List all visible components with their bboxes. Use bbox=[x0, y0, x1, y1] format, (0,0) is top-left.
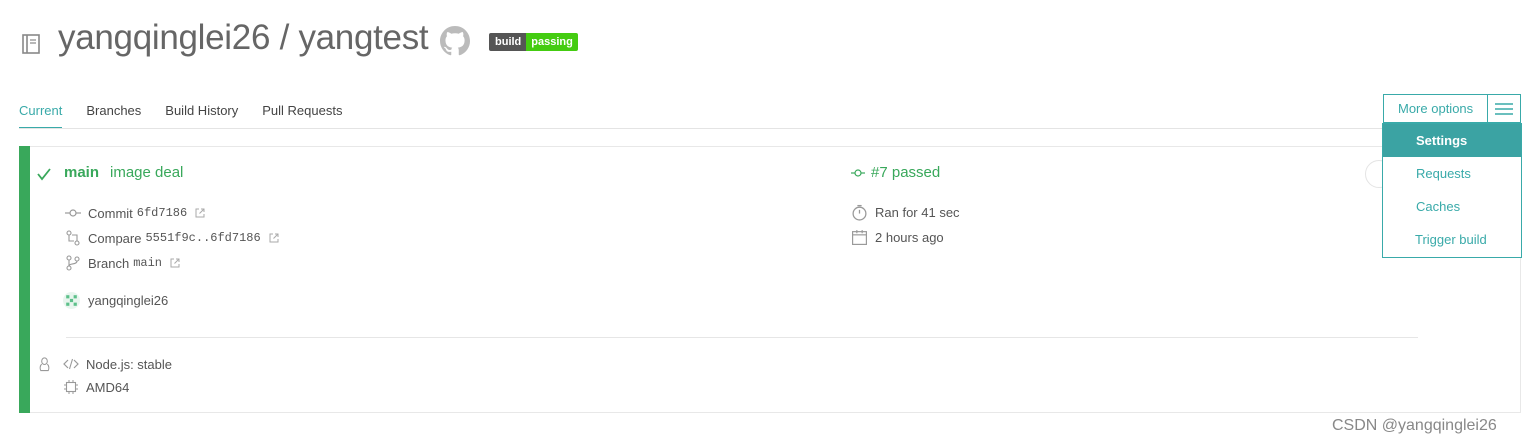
author-row: yangqinglei26 bbox=[63, 292, 168, 309]
linux-icon bbox=[39, 357, 50, 372]
job-divider bbox=[66, 337, 1418, 338]
tab-current[interactable]: Current bbox=[19, 103, 63, 129]
repo-separator: / bbox=[279, 18, 290, 57]
commit-sha[interactable]: 6fd7186 bbox=[137, 206, 187, 220]
repo-book-icon bbox=[22, 34, 40, 54]
build-number-label: #7 passed bbox=[871, 164, 941, 181]
more-options-dropdown: Settings Requests Caches Trigger build bbox=[1382, 123, 1522, 258]
build-branch-name[interactable]: main bbox=[64, 164, 99, 181]
arch-row: AMD64 bbox=[63, 379, 129, 395]
badge-label: build bbox=[489, 33, 527, 51]
repo-title: yangqinglei26 / yangtest bbox=[58, 18, 429, 58]
watermark: CSDN @yangqinglei26 bbox=[1332, 417, 1497, 434]
compare-row[interactable]: Compare 5551f9c..6fd7186 bbox=[65, 230, 279, 246]
duration-row: Ran for 41 sec bbox=[851, 204, 960, 221]
branch-icon bbox=[66, 255, 80, 271]
menu-item-requests[interactable]: Requests bbox=[1383, 157, 1521, 190]
stopwatch-icon bbox=[852, 204, 867, 221]
build-commit-message: image deal bbox=[110, 164, 184, 181]
github-icon[interactable] bbox=[440, 26, 470, 56]
finished-row: 2 hours ago bbox=[851, 229, 944, 246]
external-link-icon[interactable] bbox=[269, 233, 279, 243]
build-number-status[interactable]: #7 passed bbox=[851, 164, 940, 181]
tabs-divider bbox=[19, 128, 1522, 129]
repo-name[interactable]: yangtest bbox=[298, 18, 428, 57]
job-arch: AMD64 bbox=[86, 379, 130, 395]
repo-owner[interactable]: yangqinglei26 bbox=[58, 18, 270, 57]
branch-value[interactable]: main bbox=[133, 256, 162, 270]
compare-range[interactable]: 5551f9c..6fd7186 bbox=[145, 231, 260, 245]
build-duration: Ran for 41 sec bbox=[875, 205, 960, 220]
branch-row[interactable]: Branch main bbox=[65, 255, 180, 271]
tab-build-history[interactable]: Build History bbox=[165, 103, 238, 129]
external-link-icon[interactable] bbox=[195, 208, 205, 218]
menu-item-trigger-build[interactable]: Trigger build bbox=[1383, 223, 1521, 256]
tab-pull-requests[interactable]: Pull Requests bbox=[262, 103, 342, 129]
compare-icon bbox=[66, 230, 80, 246]
build-card bbox=[19, 146, 1521, 413]
build-status-badge[interactable]: build passing bbox=[489, 33, 578, 51]
external-link-icon[interactable] bbox=[170, 258, 180, 268]
commit-node-icon bbox=[851, 168, 865, 177]
badge-status: passing bbox=[526, 33, 578, 51]
branch-label: Branch bbox=[88, 255, 130, 271]
more-options-button[interactable]: More options bbox=[1383, 94, 1521, 123]
avatar bbox=[63, 292, 80, 309]
repo-tabs: Current Branches Build History Pull Requ… bbox=[19, 103, 366, 129]
commit-label: Commit bbox=[88, 205, 133, 221]
tab-branches[interactable]: Branches bbox=[86, 103, 141, 129]
code-icon bbox=[63, 358, 79, 370]
cpu-icon bbox=[64, 380, 78, 394]
commit-row[interactable]: Commit 6fd7186 bbox=[65, 205, 205, 221]
build-finished: 2 hours ago bbox=[875, 230, 944, 245]
build-status-bar bbox=[19, 146, 30, 413]
compare-label: Compare bbox=[88, 230, 142, 246]
check-icon bbox=[37, 168, 51, 181]
commit-icon bbox=[65, 209, 81, 217]
hamburger-menu-icon[interactable] bbox=[1487, 95, 1520, 122]
job-language: Node.js: stable bbox=[86, 356, 172, 372]
menu-item-settings[interactable]: Settings bbox=[1383, 124, 1521, 157]
menu-item-caches[interactable]: Caches bbox=[1383, 190, 1521, 223]
author-name: yangqinglei26 bbox=[88, 293, 169, 308]
calendar-icon bbox=[852, 230, 867, 245]
more-options-label: More options bbox=[1398, 101, 1474, 116]
language-row: Node.js: stable bbox=[63, 356, 172, 372]
